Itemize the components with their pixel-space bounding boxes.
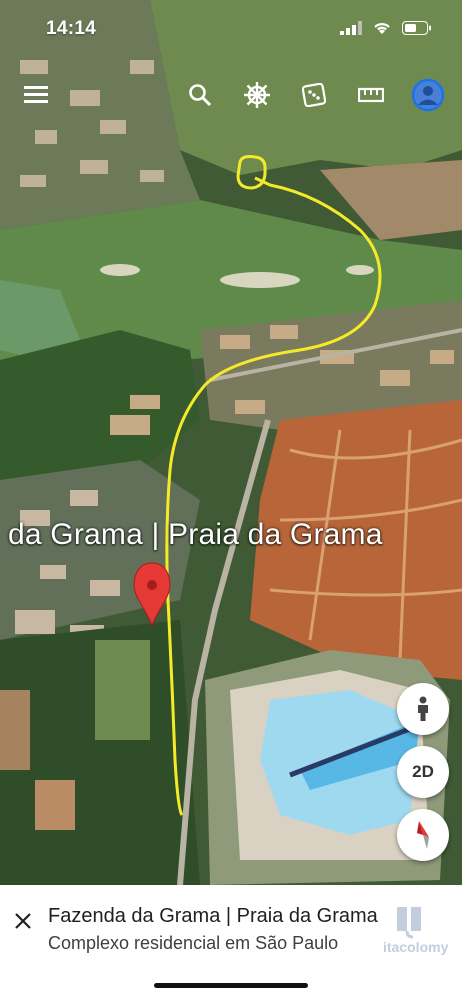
voyager-helm-icon [244, 82, 270, 108]
account-icon [411, 78, 445, 112]
ruler-icon [358, 87, 384, 103]
voyager-button[interactable] [240, 78, 274, 112]
menu-icon [24, 86, 48, 103]
close-icon [15, 913, 31, 929]
dice-icon [302, 83, 326, 107]
satellite-imagery [0, 0, 462, 885]
compass-icon [417, 821, 429, 849]
measure-button[interactable] [354, 78, 388, 112]
watermark-text: itacolomy [383, 939, 449, 955]
search-icon [189, 84, 212, 107]
signal-icon [340, 20, 362, 35]
map-place-label[interactable]: da Grama | Praia da Grama [8, 518, 383, 552]
battery-icon [402, 20, 431, 35]
search-button[interactable] [183, 78, 217, 112]
feeling-lucky-button[interactable] [297, 78, 331, 112]
home-indicator[interactable] [154, 983, 308, 988]
satellite-map[interactable] [0, 0, 462, 885]
wifi-icon [374, 23, 390, 34]
account-button[interactable] [411, 78, 445, 112]
place-subtitle: Complexo residencial em São Paulo [48, 933, 339, 953]
street-view-button[interactable] [397, 683, 449, 735]
watermark-logo: itacolomy [383, 903, 449, 963]
pegman-icon [418, 696, 428, 721]
status-bar: 14:14 [0, 0, 462, 60]
status-icons [340, 20, 432, 35]
view-mode-2d-button[interactable]: 2D [397, 746, 449, 798]
place-card[interactable]: Fazenda da Grama | Praia da Grama Comple… [0, 885, 462, 1000]
view-mode-label: 2D [412, 762, 434, 781]
status-time: 14:14 [46, 18, 97, 39]
menu-button[interactable] [20, 78, 54, 112]
place-title: Fazenda da Grama | Praia da Grama [48, 905, 378, 927]
compass-button[interactable] [397, 809, 449, 861]
close-button[interactable] [12, 910, 36, 934]
